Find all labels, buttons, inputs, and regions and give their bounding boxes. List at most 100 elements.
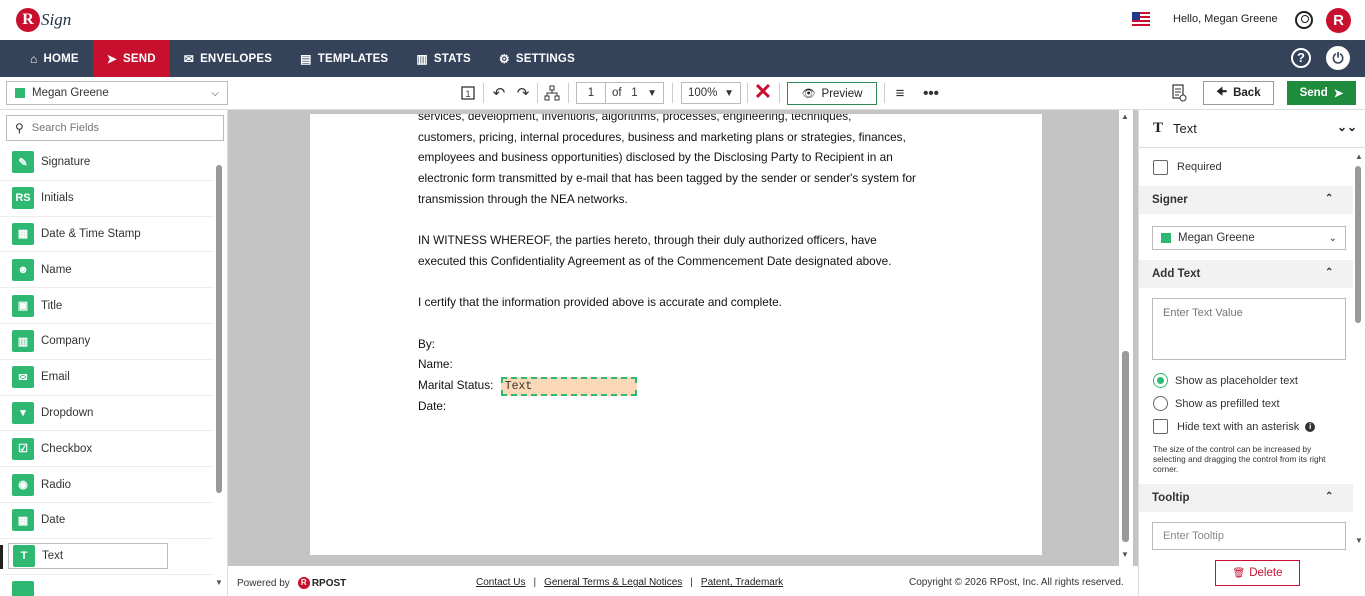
text-value-input[interactable] — [1152, 298, 1346, 360]
checkbox-icon: ☑ — [12, 437, 34, 460]
zoom-value: 100% — [688, 87, 718, 99]
us-flag-icon[interactable] — [1132, 12, 1150, 28]
document-view-icon[interactable] — [1168, 83, 1190, 103]
user-greeting: Hello, Megan Greene — [1173, 13, 1278, 25]
align-icon[interactable]: ≡ — [890, 83, 910, 103]
separator: | — [690, 577, 693, 588]
search-box[interactable]: ⚲ — [6, 115, 224, 141]
field-signature[interactable]: ✎ Signature — [0, 145, 214, 181]
field-email[interactable]: ✉ Email — [0, 360, 214, 396]
properties-scrollbar[interactable] — [1355, 166, 1361, 323]
field-list: ✎ Signature RS Initials ▦ Date & Time Stamp… — [0, 145, 214, 596]
footer-links: Contact Us | General Terms & Legal Notice… — [476, 577, 783, 588]
placeholder-radio-label: Show as placeholder text — [1175, 374, 1298, 387]
properties-header: T Text ⌄⌄ — [1139, 110, 1365, 148]
back-button[interactable]: 🠈 Back — [1203, 81, 1274, 105]
placeholder-radio[interactable] — [1153, 373, 1168, 388]
scroll-up-icon[interactable]: ▲ — [1355, 152, 1363, 161]
page-number-input[interactable]: 1 — [576, 82, 606, 104]
nav-stats-label: STATS — [433, 52, 471, 65]
signer-dropdown[interactable]: Megan Greene ⌄ — [1152, 226, 1346, 250]
scroll-down-icon[interactable]: ▼ — [215, 578, 223, 587]
field-radio[interactable]: ◉ Radio — [0, 467, 214, 503]
prefilled-radio[interactable] — [1153, 396, 1168, 411]
placeholder-radio-row[interactable]: Show as placeholder text — [1139, 369, 1353, 392]
field-date[interactable]: ▦ Date — [0, 503, 214, 539]
field-checkbox[interactable]: ☑ Checkbox — [0, 431, 214, 468]
initials-icon: RS — [12, 187, 34, 210]
fit-page-icon[interactable]: 1 — [458, 83, 478, 103]
field-title[interactable]: ▣ Title — [0, 288, 214, 324]
field-name[interactable]: ☻ Name — [0, 252, 214, 289]
help-icon[interactable]: ? — [1291, 48, 1311, 68]
nav-home[interactable]: ⌂ HOME — [0, 40, 93, 77]
calendar-clock-icon: ▦ — [12, 222, 34, 245]
doc-line: IN WITNESS WHEREOF, the parties hereto, … — [418, 233, 877, 248]
add-text-section-header[interactable]: Add Text ⌃ — [1139, 260, 1353, 288]
top-header: R Sign Hello, Megan Greene R — [0, 0, 1365, 40]
nav-send[interactable]: ➤ SEND — [92, 40, 170, 77]
tooltip-input[interactable]: Enter Tooltip — [1152, 522, 1346, 550]
collapse-panel-icon[interactable]: ⌄⌄ — [1337, 120, 1357, 134]
brand-badge[interactable]: R — [1326, 8, 1351, 33]
doc-line: employees and business opportunities) di… — [418, 150, 893, 165]
patent-link[interactable]: Patent, Trademark — [701, 577, 783, 588]
redo-icon[interactable]: ↷ — [513, 83, 533, 103]
scroll-down-icon[interactable]: ▼ — [1121, 550, 1129, 559]
required-row[interactable]: Required — [1139, 148, 1353, 186]
eye-icon: 👁 — [801, 88, 816, 100]
envelope-icon: ✉ — [183, 51, 195, 66]
contact-us-link[interactable]: Contact Us — [476, 577, 525, 588]
terms-link[interactable]: General Terms & Legal Notices — [544, 577, 682, 588]
preview-button[interactable]: 👁 Preview — [787, 82, 877, 105]
add-text-section-title: Add Text — [1152, 268, 1201, 280]
field-initials[interactable]: RS Initials — [0, 181, 214, 217]
undo-icon[interactable]: ↶ — [489, 83, 509, 103]
field-partial[interactable] — [0, 575, 214, 596]
field-company[interactable]: ▥ Company — [0, 324, 214, 360]
nav-stats[interactable]: ▥ STATS — [402, 40, 485, 77]
text-control-field[interactable]: Text — [500, 377, 637, 397]
separator: | — [533, 577, 537, 588]
more-options-icon[interactable]: ••• — [920, 83, 942, 103]
prefilled-radio-row[interactable]: Show as prefilled text — [1139, 392, 1353, 415]
scroll-down-icon[interactable]: ▼ — [1355, 536, 1363, 545]
nav-templates[interactable]: ▤ TEMPLATES — [286, 40, 402, 77]
required-checkbox[interactable] — [1153, 159, 1168, 175]
hide-asterisk-checkbox[interactable] — [1153, 419, 1168, 434]
text-icon: T — [13, 545, 35, 568]
signer-select[interactable]: Megan Greene ⌵ — [6, 81, 228, 105]
hide-asterisk-row[interactable]: Hide text with an asterisk i — [1139, 415, 1353, 438]
search-fields-input[interactable] — [31, 122, 212, 134]
caret-down-icon: ▼ — [724, 87, 734, 99]
field-label: Dropdown — [41, 406, 94, 419]
scroll-up-icon[interactable]: ▲ — [1121, 112, 1129, 121]
send-button[interactable]: Send ➤ — [1287, 81, 1356, 105]
document-scrollbar[interactable] — [1122, 351, 1129, 542]
tooltip-section-header[interactable]: Tooltip ⌃ — [1139, 484, 1353, 512]
field-label: Signature — [41, 156, 91, 169]
logo-initial: R — [16, 8, 40, 32]
doc-line: electronic form transmitted by e-mail th… — [418, 171, 916, 186]
delete-all-x-icon[interactable]: ✕ — [753, 81, 773, 103]
nav-settings[interactable]: ⚙ SETTINGS — [485, 40, 589, 77]
user-profile-icon[interactable] — [1295, 11, 1313, 29]
delete-button[interactable]: 🗑 Delete — [1215, 560, 1300, 586]
hierarchy-icon[interactable] — [542, 83, 562, 103]
nav-envelopes[interactable]: ✉ ENVELOPES — [170, 40, 286, 77]
field-label: Checkbox — [41, 442, 93, 455]
page-total-select[interactable]: of 1 ▼ — [606, 82, 664, 104]
nav-envelopes-label: ENVELOPES — [200, 52, 273, 65]
power-icon[interactable]: ⏻ — [1326, 46, 1350, 70]
document-text: services, development, inventions, algor… — [418, 114, 938, 417]
left-scrollbar[interactable] — [216, 165, 222, 493]
zoom-select[interactable]: 100% ▼ — [681, 82, 741, 104]
nav-templates-label: TEMPLATES — [317, 52, 389, 65]
field-dropdown[interactable]: ▾ Dropdown — [0, 396, 214, 432]
info-icon[interactable]: i — [1305, 421, 1316, 432]
field-date-time-stamp[interactable]: ▦ Date & Time Stamp — [0, 217, 214, 253]
signer-section-header[interactable]: Signer ⌃ — [1139, 186, 1353, 214]
field-text[interactable]: T Text — [0, 539, 214, 575]
paragraph-witness: IN WITNESS WHEREOF, the parties hereto, … — [418, 230, 938, 271]
rsign-logo[interactable]: R Sign — [16, 6, 71, 34]
